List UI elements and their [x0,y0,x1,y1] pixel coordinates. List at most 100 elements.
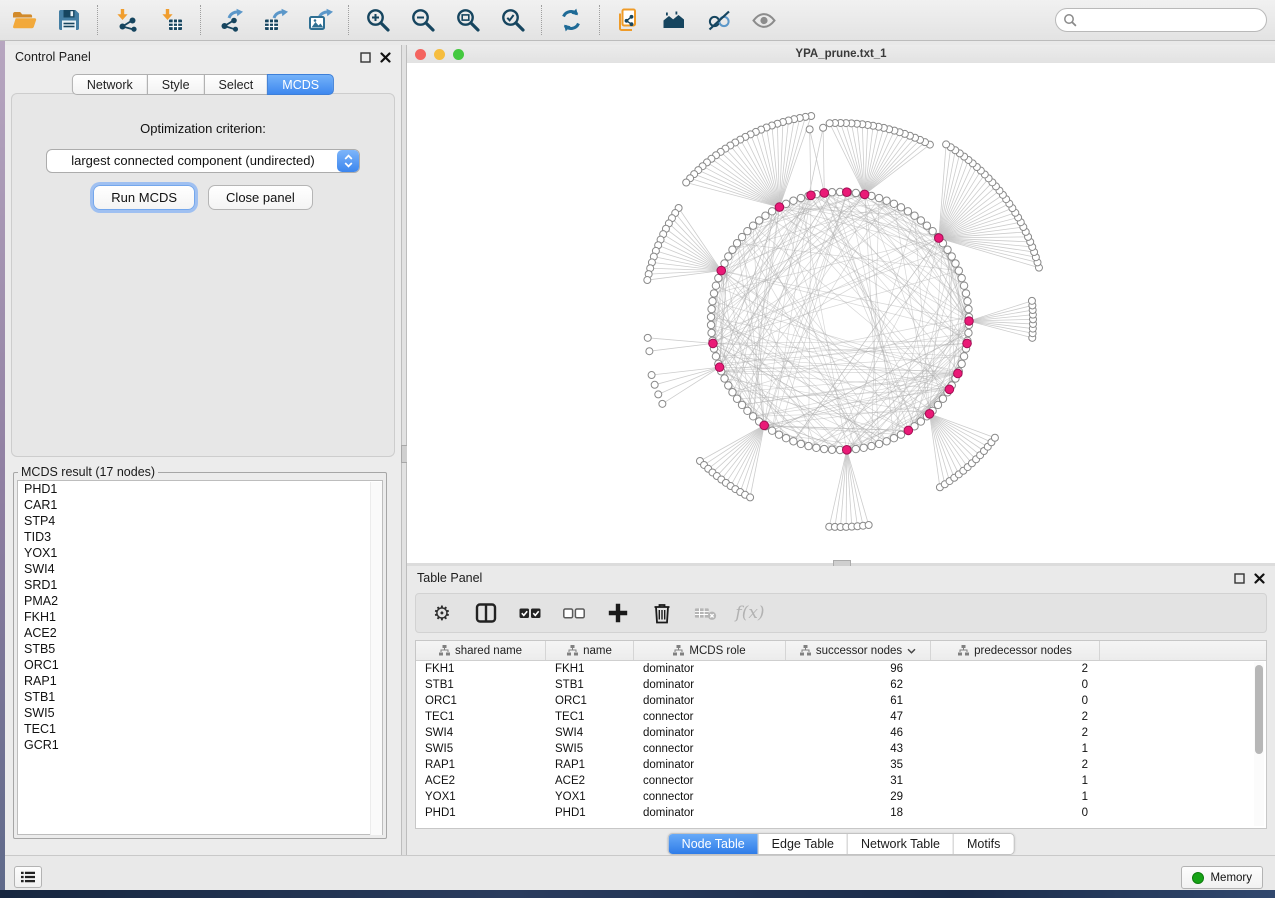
deselect-all-button[interactable] [562,600,586,626]
mcds-result-list[interactable]: PHD1CAR1STP4TID3YOX1SWI4SRD1PMA2FKH1ACE2… [17,480,383,835]
table-cell: connector [634,773,786,789]
close-window-icon[interactable] [415,49,426,60]
gear-icon: ⚙ [433,603,451,623]
search-input[interactable] [1081,12,1266,28]
minimize-window-icon[interactable] [434,49,445,60]
mcds-result-item[interactable]: SRD1 [18,577,382,593]
network-canvas[interactable] [407,63,1275,563]
table-row[interactable]: SWI5SWI5connector431 [416,741,1266,757]
delete-table-button[interactable] [694,600,718,626]
zoom-out-button[interactable] [409,5,437,35]
network-window: YPA_prune.txt_1 [407,45,1275,563]
export-image-button[interactable] [306,5,334,35]
table-row[interactable]: ACE2ACE2connector311 [416,773,1266,789]
tab-network-table[interactable]: Network Table [847,834,953,854]
table-row[interactable]: TEC1TEC1connector472 [416,709,1266,725]
tab-motifs[interactable]: Motifs [953,834,1013,854]
run-mcds-button[interactable]: Run MCDS [93,185,195,210]
table-cell: dominator [634,693,786,709]
column-header-successor-nodes[interactable]: successor nodes [786,641,931,660]
float-panel-icon[interactable] [359,51,371,63]
table-row[interactable]: ORC1ORC1dominator610 [416,693,1266,709]
mcds-result-item[interactable]: STB1 [18,689,382,705]
mcds-result-item[interactable]: ACE2 [18,625,382,641]
column-header-predecessor-nodes[interactable]: predecessor nodes [931,641,1100,660]
table-cell: RAP1 [546,757,634,773]
tab-node-table[interactable]: Node Table [669,834,758,854]
mcds-result-item[interactable]: FKH1 [18,609,382,625]
column-header-mcds-role[interactable]: MCDS role [634,641,786,660]
column-header-shared-name[interactable]: shared name [416,641,546,660]
tab-mcds[interactable]: MCDS [267,74,334,95]
hide-graphics-details-button[interactable] [705,5,733,35]
home-button[interactable] [660,5,688,35]
mcds-result-item[interactable]: TEC1 [18,721,382,737]
mcds-result-item[interactable]: PHD1 [18,481,382,497]
mcds-result-item[interactable]: TID3 [18,529,382,545]
apply-layout-button[interactable] [557,5,585,35]
close-panel-icon[interactable] [1253,572,1265,584]
table-row[interactable]: YOX1YOX1connector291 [416,789,1266,805]
scrollbar-thumb[interactable] [1255,665,1263,754]
mcds-result-item[interactable]: STP4 [18,513,382,529]
open-file-button[interactable] [10,5,38,35]
mcds-result-item[interactable]: ORC1 [18,657,382,673]
table-row[interactable]: PHD1PHD1dominator180 [416,805,1266,821]
mcds-result-item[interactable]: PMA2 [18,593,382,609]
table-row[interactable]: SWI4SWI4dominator462 [416,725,1266,741]
clone-network-button[interactable] [615,5,643,35]
table-row[interactable]: STB1STB1dominator620 [416,677,1266,693]
function-builder-button[interactable]: f(x) [738,600,762,626]
mcds-list-scrollbar[interactable] [370,482,382,835]
network-titlebar[interactable]: YPA_prune.txt_1 [407,45,1275,64]
table-cell: SWI4 [546,725,634,741]
delete-row-button[interactable] [650,600,674,626]
import-table-button[interactable] [158,5,186,35]
list-icon [21,870,35,884]
table-row[interactable]: RAP1RAP1dominator352 [416,757,1266,773]
show-columns-button[interactable] [474,600,498,626]
tab-select[interactable]: Select [204,74,269,95]
mcds-result-item[interactable]: STB5 [18,641,382,657]
tab-style[interactable]: Style [147,74,205,95]
memory-button[interactable]: Memory [1181,866,1263,889]
mcds-result-item[interactable]: RAP1 [18,673,382,689]
float-panel-icon[interactable] [1233,572,1245,584]
select-all-button[interactable] [518,600,542,626]
table-row[interactable]: FKH1FKH1dominator962 [416,661,1266,677]
save-session-button[interactable] [55,5,83,35]
import-table-icon [159,7,185,33]
show-graphics-details-button[interactable] [750,5,778,35]
export-table-button[interactable] [261,5,289,35]
zoom-in-button[interactable] [364,5,392,35]
tab-edge-table[interactable]: Edge Table [758,834,847,854]
table-cell: TEC1 [416,709,546,725]
mcds-result-item[interactable]: GCR1 [18,737,382,753]
crossed-glasses-icon [706,7,732,33]
add-row-button[interactable] [606,600,630,626]
zoom-window-icon[interactable] [453,49,464,60]
table-cell: SWI5 [416,741,546,757]
column-header-name[interactable]: name [546,641,634,660]
column-label: predecessor nodes [974,645,1072,657]
mcds-result-item[interactable]: SWI5 [18,705,382,721]
table-cell: connector [634,709,786,725]
table-cell: 96 [786,661,931,677]
table-scrollbar[interactable] [1254,662,1264,826]
mcds-result-item[interactable]: CAR1 [18,497,382,513]
column-settings-button[interactable]: ⚙ [430,600,454,626]
show-log-button[interactable] [14,866,42,888]
export-network-button[interactable] [216,5,244,35]
zoom-selected-button[interactable] [499,5,527,35]
control-panel-header: Control Panel [5,45,401,69]
close-panel-button[interactable]: Close panel [208,185,313,210]
search-field[interactable] [1055,8,1267,32]
close-panel-icon[interactable] [379,51,391,63]
import-network-button[interactable] [113,5,141,35]
column-label: MCDS role [689,645,745,657]
optimization-criterion-dropdown[interactable]: largest connected component (undirected) [46,149,360,173]
zoom-fit-button[interactable] [454,5,482,35]
tab-network[interactable]: Network [72,74,148,95]
mcds-result-item[interactable]: YOX1 [18,545,382,561]
mcds-result-item[interactable]: SWI4 [18,561,382,577]
